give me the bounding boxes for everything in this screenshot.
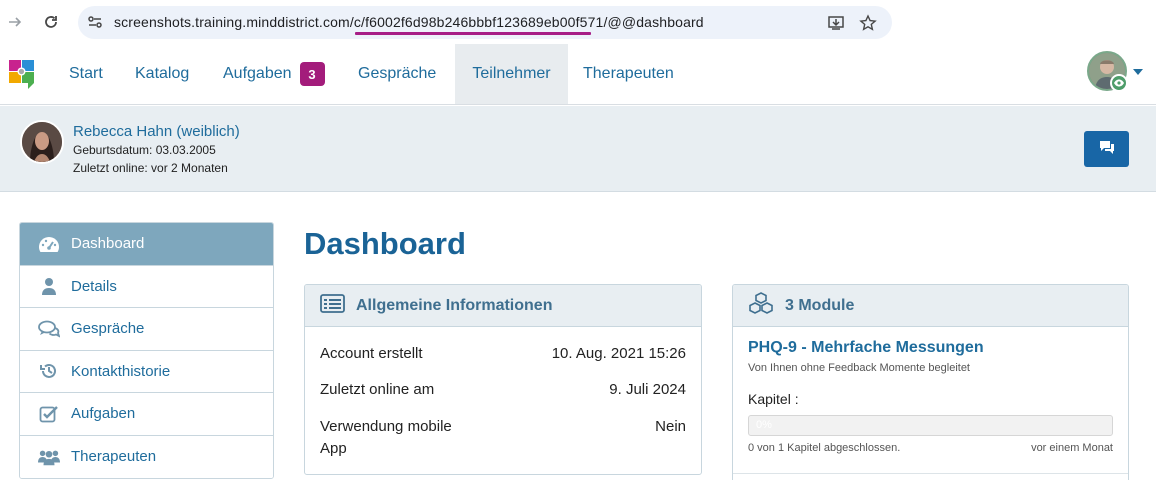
nav-gespraeche[interactable]: Gespräche — [343, 44, 451, 104]
sidebar-item-kontakthistorie[interactable]: Kontakthistorie — [20, 350, 273, 393]
chapter-label: Kapitel : — [748, 391, 799, 407]
page-title: Dashboard — [304, 226, 466, 261]
modules-card-header: 3 Module — [733, 285, 1128, 327]
sidebar-item-details[interactable]: Details — [20, 265, 273, 308]
card-divider — [733, 473, 1128, 474]
chat-icon — [1098, 139, 1116, 160]
sidebar-item-label: Details — [71, 277, 117, 295]
nav-katalog[interactable]: Katalog — [120, 44, 204, 104]
url-id: f6002f6d98b246bbbf123689eb00f571 — [365, 14, 604, 30]
info-row-key: Zuletzt online am — [320, 381, 435, 398]
info-row-key: Verwendung mobile App — [320, 418, 452, 457]
general-info-card: Allgemeine Informationen Account erstell… — [304, 284, 702, 475]
url-prefix: screenshots.training.minddistrict.com/c/ — [114, 14, 366, 30]
aufgaben-count-badge: 3 — [299, 62, 325, 86]
modules-card: 3 Module PHQ-9 - Mehrfache Messungen Von… — [732, 284, 1129, 480]
info-row-key: Account erstellt — [320, 345, 423, 362]
participant-birthdate: Geburtsdatum: 03.03.2005 — [73, 143, 216, 157]
nav-start[interactable]: Start — [54, 44, 118, 104]
sidebar-item-dashboard[interactable]: Dashboard — [20, 223, 273, 266]
chat-icon — [38, 319, 60, 339]
module-last-activity: vor einem Monat — [1031, 442, 1113, 454]
nav-aufgaben-label: Aufgaben — [223, 65, 292, 82]
check-square-icon — [38, 404, 60, 424]
participant-name[interactable]: Rebecca Hahn (weiblich) — [73, 123, 240, 140]
install-app-icon[interactable] — [826, 13, 846, 33]
forward-arrow-icon[interactable] — [4, 11, 26, 33]
sidebar-item-label: Dashboard — [71, 235, 145, 253]
participant-sidebar: Dashboard Details Gespräche Kontakthisto… — [19, 222, 274, 479]
sidebar-item-label: Aufgaben — [71, 405, 136, 423]
info-row-value: 10. Aug. 2021 15:26 — [551, 345, 686, 362]
nav-aufgaben[interactable]: Aufgaben 3 — [208, 44, 340, 104]
info-row-value: 9. Juli 2024 — [609, 381, 686, 398]
sidebar-item-aufgaben[interactable]: Aufgaben — [20, 393, 273, 436]
chapters-completed-text: 0 von 1 Kapitel abgeschlossen. — [748, 442, 901, 454]
url-highlight-underline — [355, 32, 591, 35]
list-alt-icon — [320, 293, 345, 318]
reload-icon[interactable] — [40, 11, 62, 33]
nav-start-label: Start — [69, 65, 103, 82]
dashboard-icon — [38, 234, 60, 254]
chapter-progress-text: 0% — [756, 419, 772, 431]
address-bar[interactable]: screenshots.training.minddistrict.com/c/… — [78, 6, 892, 39]
nav-katalog-label: Katalog — [135, 65, 190, 82]
nav-gespraeche-label: Gespräche — [358, 65, 437, 82]
user-icon — [38, 276, 60, 296]
participant-avatar — [20, 120, 64, 164]
chapter-progress-bar: 0% — [748, 415, 1113, 436]
general-info-card-title: Allgemeine Informationen — [356, 296, 553, 314]
nav-therapeuten[interactable]: Therapeuten — [568, 44, 689, 104]
module-subtitle: Von Ihnen ohne Feedback Momente begleite… — [748, 362, 970, 374]
start-conversation-button[interactable] — [1084, 131, 1129, 167]
general-info-card-header: Allgemeine Informationen — [305, 285, 701, 327]
sidebar-item-label: Gespräche — [71, 320, 145, 338]
sidebar-item-gespraeche[interactable]: Gespräche — [20, 308, 273, 351]
main-navigation: Start Katalog Aufgaben 3 Gespräche Teilne… — [0, 44, 1156, 105]
nav-teilnehmer[interactable]: Teilnehmer — [455, 44, 568, 104]
user-menu-caret-icon[interactable] — [1133, 69, 1143, 75]
nav-therapeuten-label: Therapeuten — [583, 65, 674, 82]
modules-card-title: 3 Module — [785, 296, 855, 314]
participant-last-online: Zuletzt online: vor 2 Monaten — [73, 161, 228, 175]
history-icon — [38, 361, 60, 381]
url-text: screenshots.training.minddistrict.com/c/… — [114, 14, 704, 30]
minddistrict-logo-icon[interactable] — [8, 58, 36, 90]
module-title-link[interactable]: PHQ-9 - Mehrfache Messungen — [748, 339, 984, 357]
sidebar-item-label: Kontakthistorie — [71, 362, 171, 380]
url-suffix: /@@dashboard — [603, 14, 704, 30]
site-settings-icon[interactable] — [86, 13, 104, 31]
participant-header: Rebecca Hahn (weiblich) Geburtsdatum: 03… — [0, 106, 1156, 192]
eye-icon — [1110, 74, 1128, 92]
browser-toolbar: screenshots.training.minddistrict.com/c/… — [0, 0, 1156, 44]
sidebar-item-label: Therapeuten — [71, 448, 157, 466]
group-icon — [38, 447, 60, 467]
info-row-value: Nein — [655, 418, 686, 435]
cubes-icon — [748, 292, 774, 319]
nav-teilnehmer-label: Teilnehmer — [472, 65, 551, 82]
sidebar-item-therapeuten[interactable]: Therapeuten — [20, 435, 273, 478]
bookmark-star-icon[interactable] — [858, 13, 878, 33]
